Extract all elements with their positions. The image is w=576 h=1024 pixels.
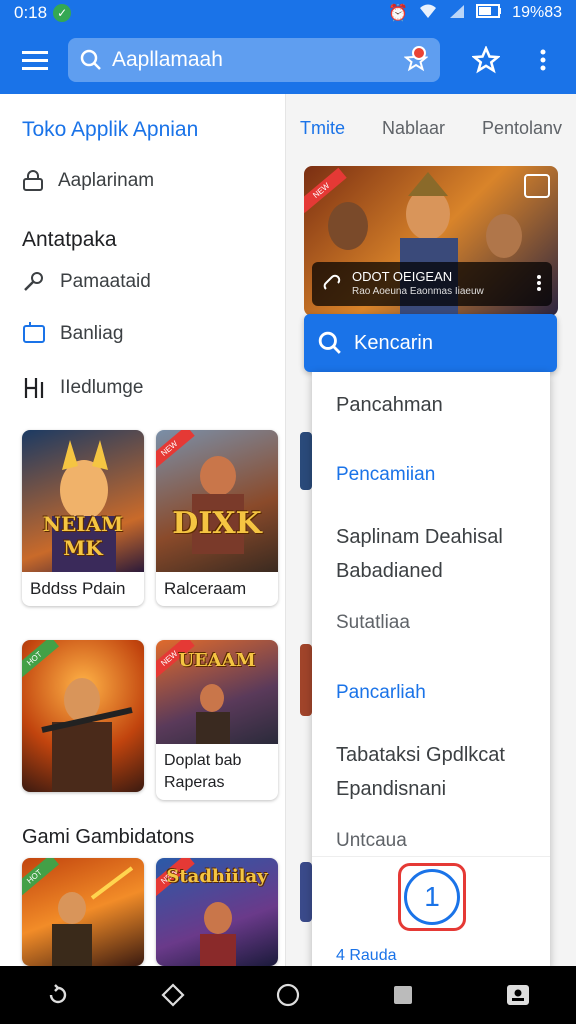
nav-item-pamaataid[interactable]: Pamaataid xyxy=(22,270,151,294)
system-nav-bar xyxy=(0,966,576,1024)
lock-icon xyxy=(23,170,43,191)
featured-banner[interactable]: NEW ODOT OEIGEAN Rao Aoeuna Eaonmas Iiae… xyxy=(304,166,558,316)
search-bar[interactable]: Aapllamaah xyxy=(68,38,440,82)
dropdown-item[interactable]: Pancarliah xyxy=(336,676,426,710)
game-artwork: NEW Stadhiilay xyxy=(156,858,278,966)
dropdown-footer: 1 4 Rauda xyxy=(312,856,550,968)
list-thumbnail xyxy=(300,432,312,490)
section-title: Gami Gambidatons xyxy=(22,826,195,848)
notification-icon: ✓ xyxy=(53,4,72,22)
dropdown-item[interactable]: Pencamiian xyxy=(336,458,435,492)
game-title: Doplat bab Raperas xyxy=(164,752,242,791)
store-title: Toko Applik Apnian xyxy=(22,118,199,141)
recents-button[interactable] xyxy=(383,975,423,1015)
game-card[interactable]: HOT xyxy=(22,640,144,792)
game-card[interactable]: NEIAM MK Bddss Pdain xyxy=(22,430,144,606)
dropdown-footer-text: 4 Rauda xyxy=(336,947,397,964)
search-dropdown-menu: Pancahman Pencamiian Saplinam Deahisal B… xyxy=(312,372,550,968)
game-artwork: NEIAM MK xyxy=(22,430,144,572)
dropdown-item[interactable]: Saplinam Deahisal Babadianed xyxy=(336,520,536,588)
search-input[interactable]: Aapllamaah xyxy=(112,48,223,72)
game-artwork: NEW UEAAM xyxy=(156,640,278,744)
wifi-icon xyxy=(418,3,438,24)
bracket-icon xyxy=(24,378,44,398)
more-vert-icon xyxy=(540,49,546,71)
nav-item-apps[interactable]: Aaplarinam xyxy=(22,170,154,192)
search-icon xyxy=(80,49,101,70)
game-title: Bddss Pdain xyxy=(30,579,126,598)
home-circle-icon xyxy=(276,983,300,1007)
dropdown-item[interactable]: Tabataksi Gpdlkcat Epandisnani xyxy=(336,738,546,806)
rotate-icon xyxy=(49,984,66,1004)
list-thumbnail xyxy=(300,862,312,922)
key-icon xyxy=(24,272,43,291)
status-battery-text: 19%83 xyxy=(512,4,562,21)
menu-icon xyxy=(22,51,48,70)
dropdown-item[interactable]: Pancahman xyxy=(336,388,443,422)
banner-caption-bar: ODOT OEIGEAN Rao Aoeuna Eaonmas Iiaeuw xyxy=(312,262,552,306)
game-card[interactable]: NEW UEAAM Doplat bab Raperas xyxy=(156,640,278,800)
nav-item-label: Aaplarinam xyxy=(58,170,155,191)
side-panel: Toko Applik Apnian Aaplarinam Antatpaka … xyxy=(0,94,286,966)
banner-caption: ODOT OEIGEAN xyxy=(352,269,453,284)
banner-subcaption: Rao Aoeuna Eaonmas Iiaeuw xyxy=(352,286,484,297)
nav-item-label: Pamaataid xyxy=(60,271,151,292)
game-artwork: NEW DIXK xyxy=(156,430,278,572)
back-button[interactable] xyxy=(153,975,193,1015)
game-art-title: NEIAM MK xyxy=(42,512,124,560)
link-icon xyxy=(322,273,342,296)
search-dropdown-header[interactable]: Kencarin xyxy=(304,314,557,372)
game-title: Ralceraam xyxy=(164,579,247,598)
thumbs-up-icon xyxy=(23,322,45,343)
nav-item-label: IIedlumge xyxy=(60,377,144,398)
search-icon xyxy=(318,331,341,354)
account-icon xyxy=(507,985,530,1005)
list-thumbnail xyxy=(300,644,312,716)
tab-bar: Tmite Nablaar Pentolanv xyxy=(286,94,576,158)
section-title: Antatpaka xyxy=(22,228,117,251)
status-bar: 0:18 ✓ ⏰ 19%83 xyxy=(0,0,576,26)
star-outline-icon xyxy=(472,46,500,74)
game-artwork: HOT xyxy=(22,858,144,966)
alarm-icon: ⏰ xyxy=(388,5,409,22)
dropdown-item[interactable]: Untcaua xyxy=(336,824,407,858)
step-button[interactable]: 1 xyxy=(398,863,466,931)
more-options-button[interactable] xyxy=(528,40,558,80)
notification-badge xyxy=(412,46,426,60)
game-card[interactable]: NEW Stadhiilay xyxy=(156,858,278,966)
recents-square-icon xyxy=(394,986,413,1004)
status-time: 0:18 xyxy=(14,3,48,22)
home-button[interactable] xyxy=(268,975,308,1015)
more-vert-icon[interactable] xyxy=(536,274,542,295)
hamburger-menu-button[interactable] xyxy=(0,26,70,94)
step-number: 1 xyxy=(404,869,460,925)
bookmark-icon[interactable] xyxy=(524,174,550,198)
favorites-button[interactable] xyxy=(466,40,506,80)
account-button[interactable] xyxy=(498,975,538,1015)
tab-tmite[interactable]: Tmite xyxy=(300,118,345,139)
back-icon xyxy=(161,983,185,1007)
dropdown-title: Kencarin xyxy=(354,331,433,354)
star-icon[interactable] xyxy=(402,46,430,74)
tab-pentolanv[interactable]: Pentolanv xyxy=(482,118,562,139)
app-bar: Aapllamaah xyxy=(0,26,576,94)
rotate-button[interactable] xyxy=(38,975,78,1015)
nav-item-banliag[interactable]: Banliag xyxy=(22,322,123,346)
tab-nablaar[interactable]: Nablaar xyxy=(382,118,445,139)
nav-item-iiedlumge[interactable]: IIedlumge xyxy=(22,376,143,400)
nav-item-label: Banliag xyxy=(60,323,124,344)
game-art-title: DIXK xyxy=(172,506,262,541)
dropdown-item[interactable]: Sutatliaa xyxy=(336,606,410,640)
battery-icon xyxy=(476,3,502,23)
game-card[interactable]: NEW DIXK Ralceraam xyxy=(156,430,278,606)
game-artwork: HOT xyxy=(22,640,144,792)
signal-icon xyxy=(448,3,466,24)
game-card[interactable]: HOT xyxy=(22,858,144,966)
